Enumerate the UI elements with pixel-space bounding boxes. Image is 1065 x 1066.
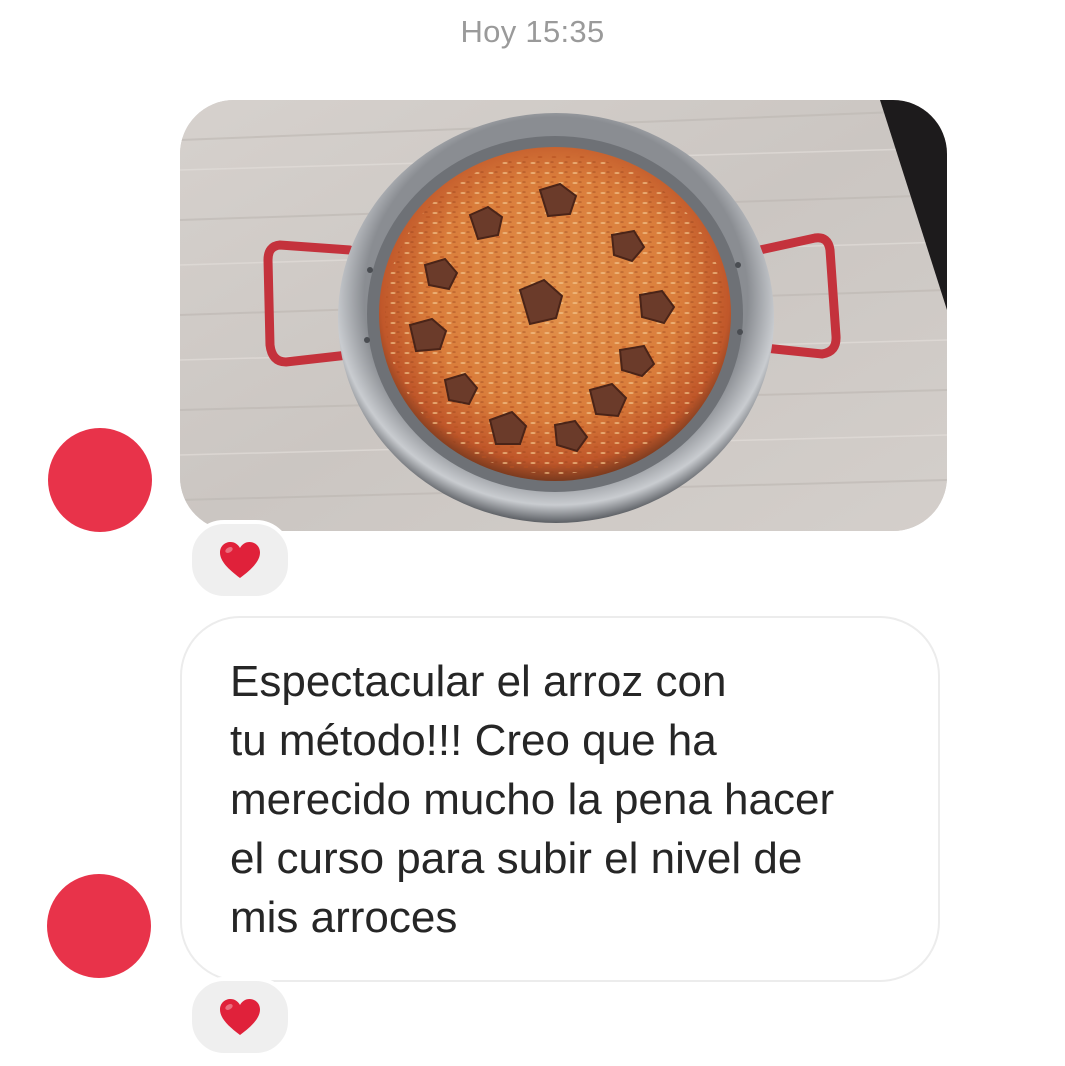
message-text-line: el curso para subir el nivel de [230, 834, 803, 883]
image-message[interactable] [180, 100, 947, 531]
avatar[interactable] [47, 874, 151, 978]
heart-icon [220, 542, 260, 578]
avatar[interactable] [48, 428, 152, 532]
reaction-badge[interactable] [188, 977, 292, 1057]
reaction-badge[interactable] [188, 520, 292, 600]
message-text-line: Espectacular el arroz con [230, 657, 727, 706]
message-timestamp: Hoy 15:35 [460, 14, 605, 49]
message-text-line: tu método!!! Creo que ha [230, 716, 717, 765]
text-message-bubble[interactable]: Espectacular el arroz con tu método!!! C… [180, 616, 940, 982]
paella-photo [180, 100, 947, 531]
message-text-line: mis arroces [230, 893, 458, 942]
heart-icon [220, 999, 260, 1035]
message-text-line: merecido mucho la pena hacer [230, 775, 835, 824]
